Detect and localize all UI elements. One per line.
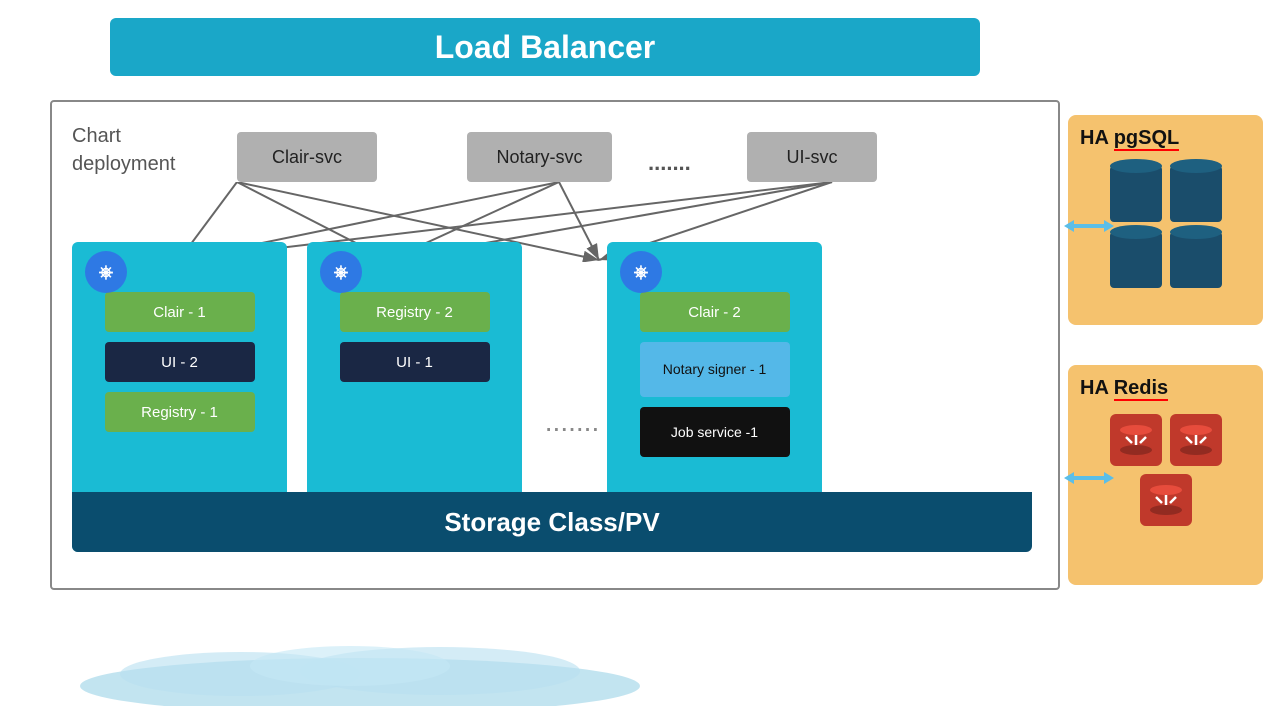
chart-box: Chart deployment Clair-svc Notary-svc ..… (50, 100, 1060, 590)
svg-text:⎈: ⎈ (334, 262, 349, 282)
db-cylinders-grid (1110, 164, 1222, 288)
cloud-decoration (60, 636, 660, 706)
db-cylinder-4 (1170, 230, 1222, 288)
svg-text:⎈: ⎈ (99, 262, 114, 282)
pod-registry-1: Registry - 1 (105, 392, 255, 432)
db-cylinder-2 (1170, 164, 1222, 222)
pod-registry-2: Registry - 2 (340, 292, 490, 332)
k8s-nodes-row: ⎈ Clair - 1 UI - 2 Registry - 1 ⎈ Regist… (72, 242, 1032, 552)
load-balancer-banner: Load Balancer (110, 18, 980, 76)
kubernetes-logo-2: ⎈ (319, 250, 363, 294)
pod-ui-2: UI - 2 (105, 342, 255, 382)
redis-icon-2 (1170, 414, 1222, 466)
pod-clair-1: Clair - 1 (105, 292, 255, 332)
notary-svc-box: Notary-svc (467, 132, 612, 182)
redis-icon-3 (1140, 474, 1192, 526)
pod-notary-signer-1: Notary signer - 1 (640, 342, 790, 397)
storage-class-bar: Storage Class/PV (72, 492, 1032, 552)
svg-text:⎈: ⎈ (634, 262, 649, 282)
ha-pgsql-arrow (1064, 218, 1114, 234)
redis-icons-grid (1110, 414, 1222, 526)
ha-redis-arrow (1064, 470, 1114, 486)
ui-svc-box: UI-svc (747, 132, 877, 182)
clair-svc-box: Clair-svc (237, 132, 377, 182)
dots-between-svcs: ....... (632, 142, 707, 184)
chart-label: Chart deployment (72, 122, 175, 178)
storage-label: Storage Class/PV (444, 507, 659, 538)
db-cylinder-1 (1110, 164, 1162, 222)
kubernetes-logo-3: ⎈ (619, 250, 663, 294)
ha-pgsql-title: HA pgSQL (1080, 127, 1179, 150)
redis-icon-1 (1110, 414, 1162, 466)
load-balancer-label: Load Balancer (435, 29, 656, 66)
pod-job-service-1: Job service -1 (640, 407, 790, 457)
pod-ui-1: UI - 1 (340, 342, 490, 382)
ha-redis-title: HA Redis (1080, 377, 1168, 400)
pod-clair-2: Clair - 2 (640, 292, 790, 332)
db-cylinder-3 (1110, 230, 1162, 288)
kubernetes-logo-1: ⎈ (84, 250, 128, 294)
